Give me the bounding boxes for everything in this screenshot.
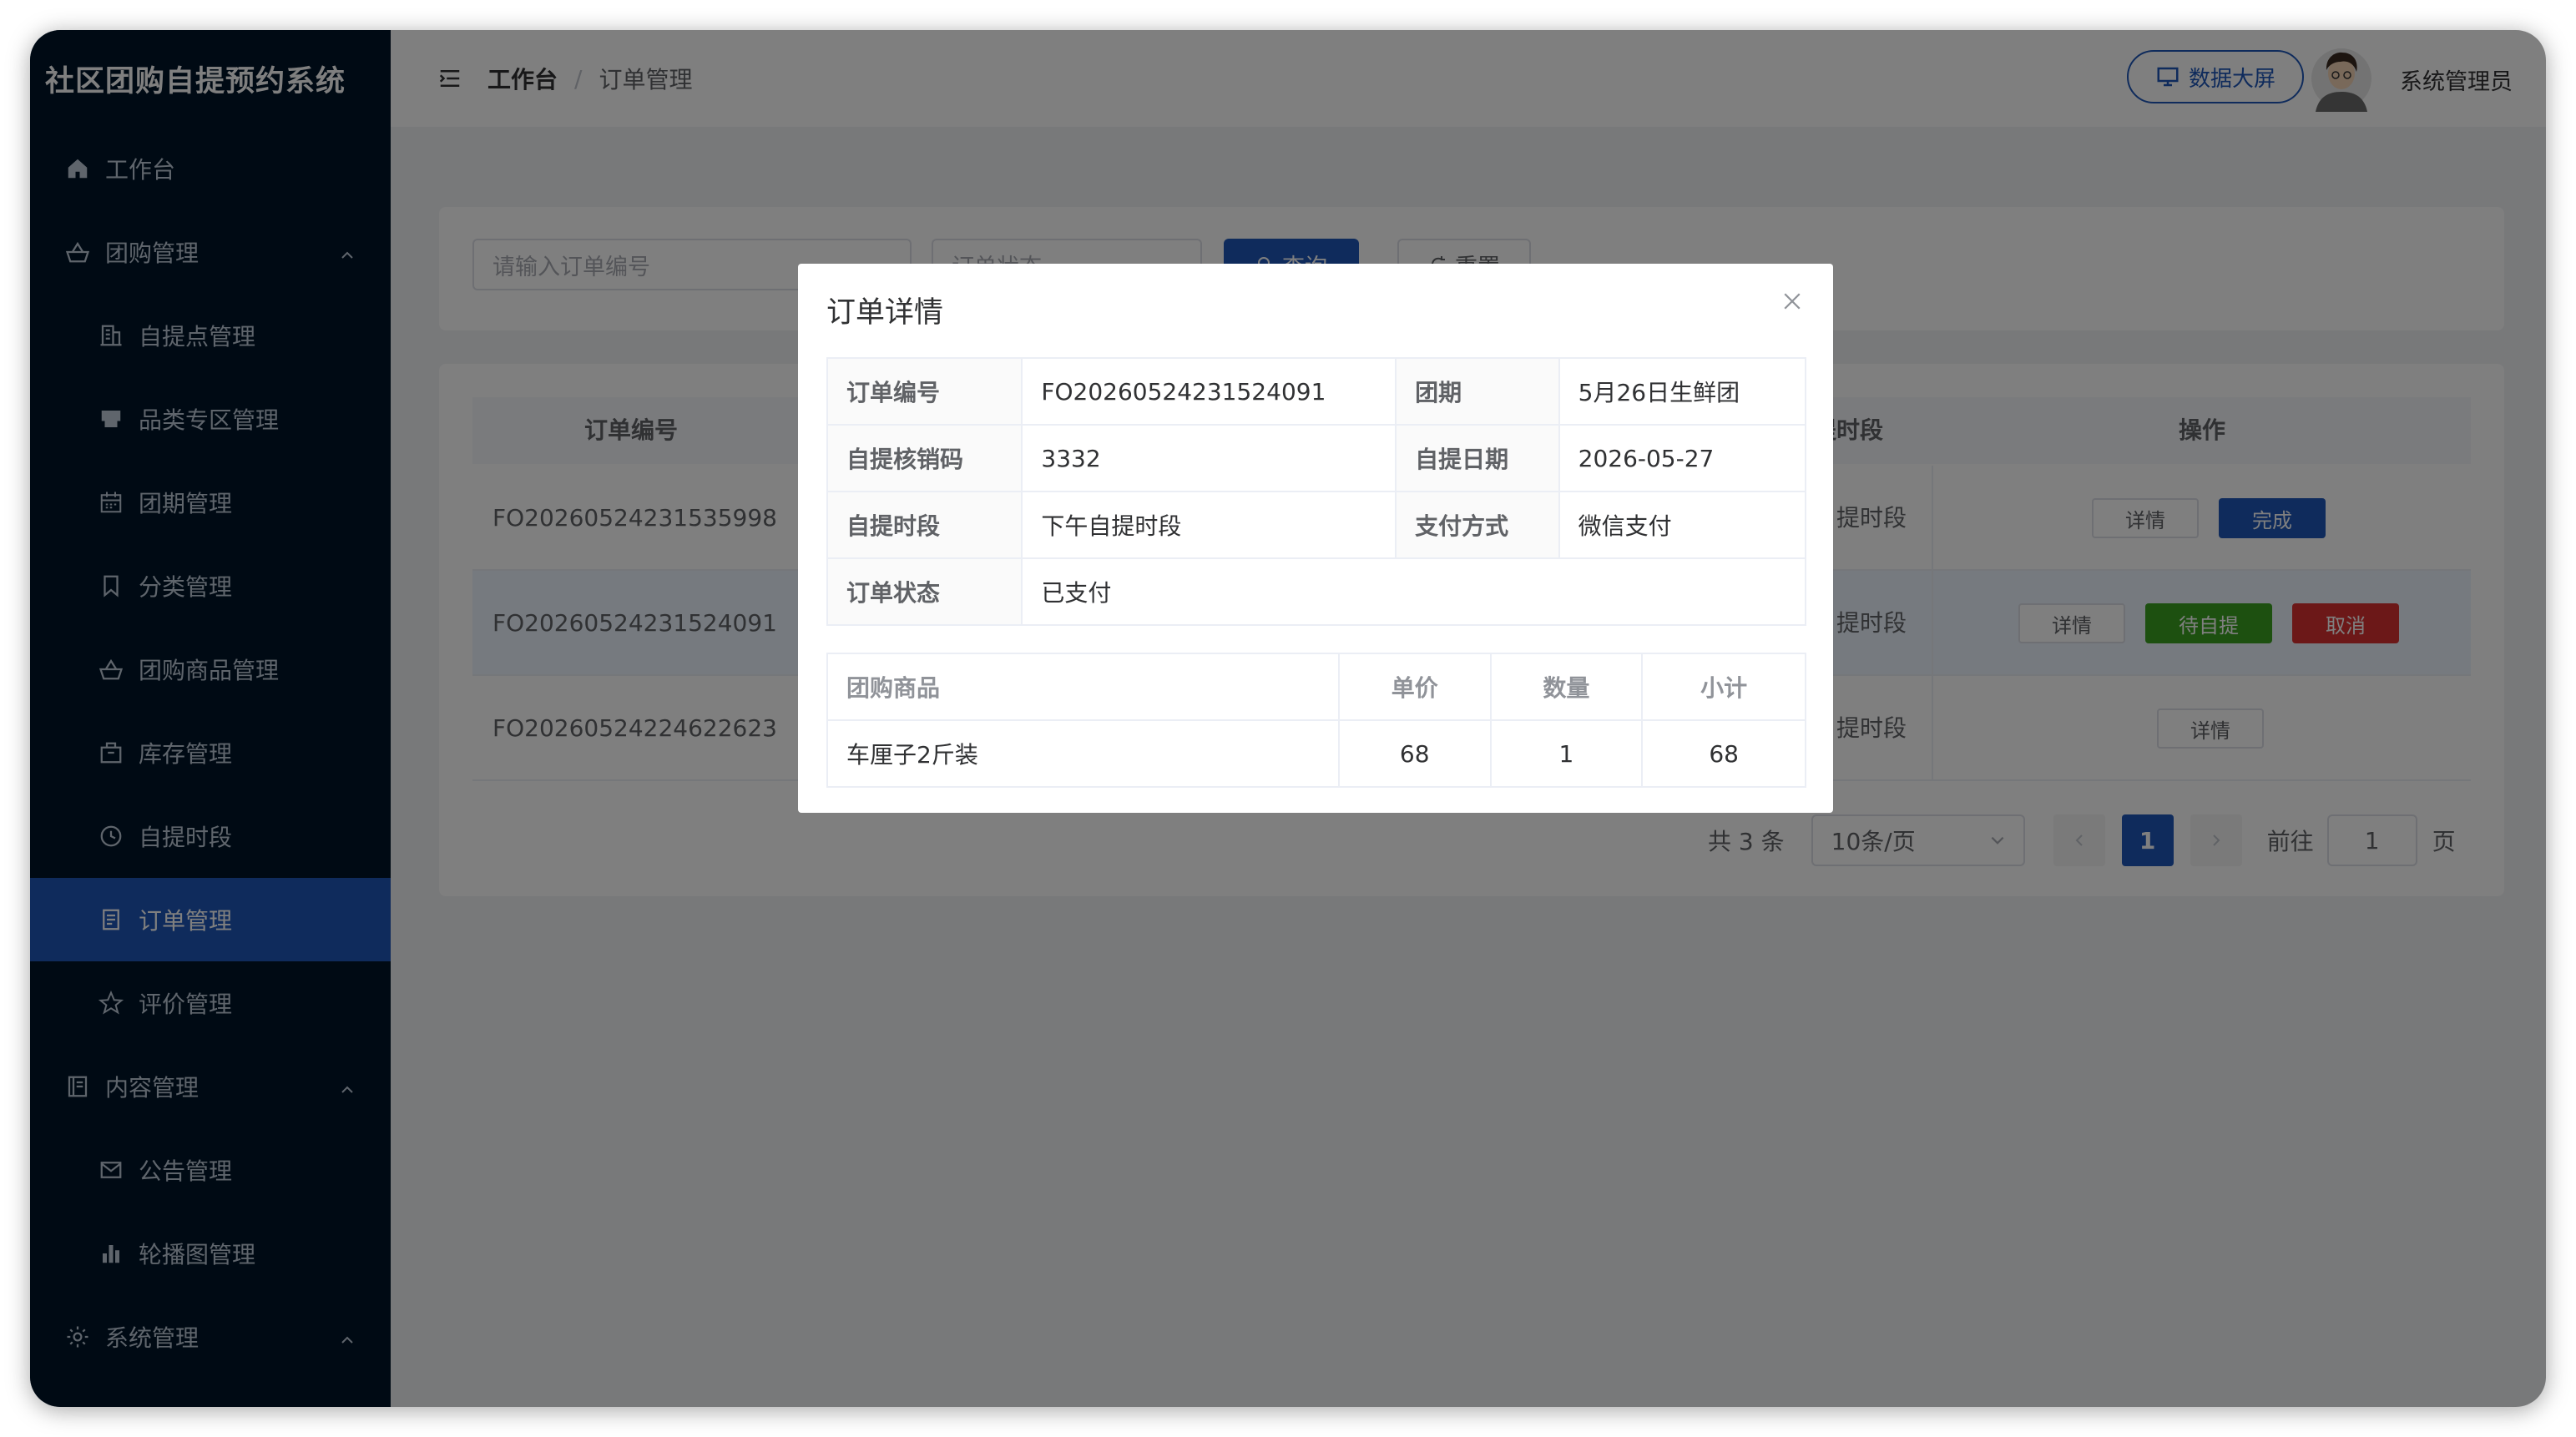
goods-cell-price: 68 <box>1337 719 1492 788</box>
label-order-no: 订单编号 <box>826 357 1023 426</box>
value-pickup-date: 2026-05-27 <box>1558 424 1807 492</box>
goods-cell-name: 车厘子2斤装 <box>826 719 1340 788</box>
goods-table: 团购商品 单价 数量 小计 车厘子2斤装 68 1 68 <box>826 653 1806 788</box>
label-pickup-date: 自提日期 <box>1395 424 1560 492</box>
order-detail-dialog: 订单详情 订单编号 FO20260524231524091 团期 5月26日生鲜… <box>798 264 1833 813</box>
goods-th-price: 单价 <box>1337 653 1492 721</box>
value-pickup-code: 3332 <box>1021 424 1397 492</box>
label-period: 团期 <box>1395 357 1560 426</box>
goods-th-qty: 数量 <box>1489 653 1644 721</box>
table-row: 车厘子2斤装 68 1 68 <box>826 719 1806 788</box>
app-window: 社区团购自提预约系统 工作台 团购管理 自提点管理 品类专区管理 <box>30 30 2546 1407</box>
value-period: 5月26日生鲜团 <box>1558 357 1807 426</box>
goods-cell-subtotal: 68 <box>1641 719 1806 788</box>
goods-table-header: 团购商品 单价 数量 小计 <box>826 653 1806 721</box>
label-pay-method: 支付方式 <box>1395 491 1560 559</box>
goods-cell-qty: 1 <box>1489 719 1644 788</box>
goods-th-subtotal: 小计 <box>1641 653 1806 721</box>
goods-th-name: 团购商品 <box>826 653 1340 721</box>
value-pay-method: 微信支付 <box>1558 491 1807 559</box>
value-order-no: FO20260524231524091 <box>1021 357 1397 426</box>
label-pickup-code: 自提核销码 <box>826 424 1023 492</box>
value-pickup-slot: 下午自提时段 <box>1021 491 1397 559</box>
dialog-title: 订单详情 <box>826 296 944 330</box>
value-order-status: 已支付 <box>1021 557 1806 626</box>
label-pickup-slot: 自提时段 <box>826 491 1023 559</box>
close-icon[interactable] <box>1780 289 1805 314</box>
label-order-status: 订单状态 <box>826 557 1023 626</box>
order-descriptions: 订单编号 FO20260524231524091 团期 5月26日生鲜团 自提核… <box>826 357 1807 626</box>
